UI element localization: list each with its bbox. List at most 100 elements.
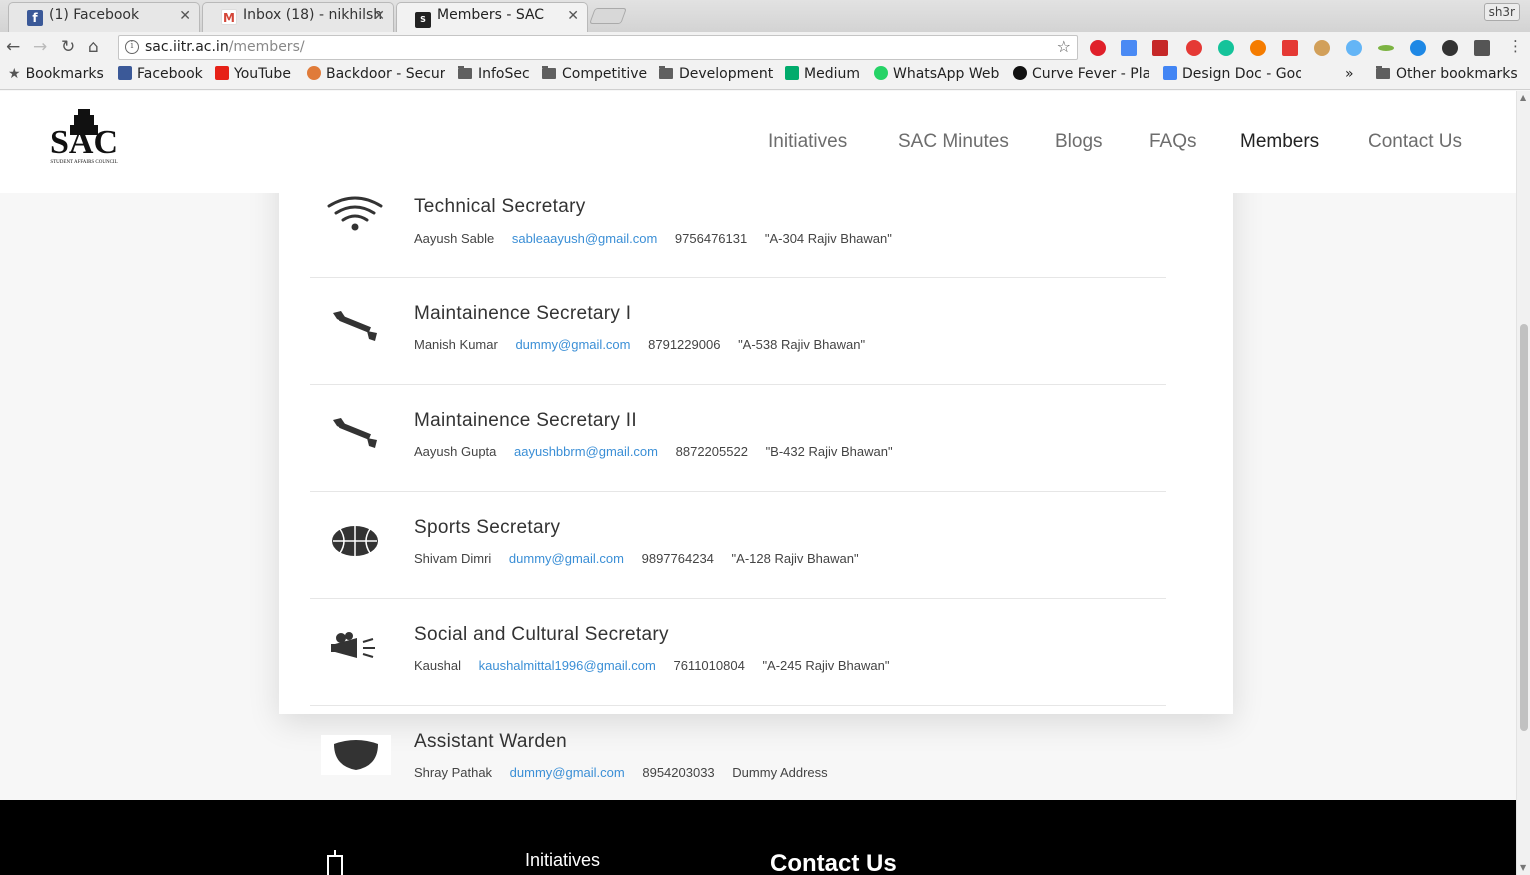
tab-label: Members - SAC <box>437 7 545 23</box>
browser-toolbar: ← → ↻ ⌂ i sac.iitr.ac.in/members/ ☆ ⋮ <box>0 32 1530 62</box>
member-phone: 7611010804 <box>673 658 745 673</box>
member-row: Maintainence Secretary II Aayush Gupta a… <box>310 385 1166 492</box>
bookmark-item[interactable]: YouTube <box>215 66 291 82</box>
sac-logo[interactable]: SAC STUDENT AFFAIRS COUNCIL <box>44 109 124 167</box>
nav-members[interactable]: Members <box>1240 131 1319 153</box>
profile-button[interactable]: sh3r <box>1483 3 1520 21</box>
member-address: "B-432 Rajiv Bhawan" <box>765 444 893 459</box>
cookie-extension-icon[interactable] <box>1314 40 1330 56</box>
nav-initiatives[interactable]: Initiatives <box>768 131 847 153</box>
scrollbar-thumb[interactable] <box>1520 324 1528 731</box>
member-info: Manish Kumar dummy@gmail.com 8791229006 … <box>414 337 879 352</box>
wrench-icon <box>322 303 388 351</box>
member-address: "A-538 Rajiv Bhawan" <box>738 337 866 352</box>
tab-gmail[interactable]: M Inbox (18) - nikhilsh ✕ <box>202 2 394 32</box>
grammarly-extension-icon[interactable] <box>1218 40 1234 56</box>
member-email-link[interactable]: kaushalmittal1996@gmail.com <box>479 658 656 673</box>
mask-icon <box>321 735 391 775</box>
member-phone: 8791229006 <box>648 337 721 352</box>
ublock-extension-icon[interactable] <box>1186 40 1202 56</box>
scroll-up-icon[interactable]: ▲ <box>1520 93 1526 102</box>
reload-icon[interactable]: ↻ <box>61 37 75 57</box>
member-title: Assistant Warden <box>414 731 567 752</box>
bookmark-item[interactable]: Curve Fever - Play <box>1013 66 1149 82</box>
bookmark-folder[interactable]: Development <box>659 66 773 82</box>
backdoor-icon <box>307 66 321 80</box>
info-icon[interactable]: i <box>125 40 139 54</box>
address-bar[interactable]: i sac.iitr.ac.in/members/ ☆ <box>118 35 1078 60</box>
member-email-link[interactable]: dummy@gmail.com <box>510 765 625 780</box>
nav-blogs[interactable]: Blogs <box>1055 131 1103 153</box>
tab-label: Inbox (18) - nikhilsh <box>243 7 383 23</box>
member-email-link[interactable]: sableaayush@gmail.com <box>512 231 657 246</box>
member-row: Assistant Warden Shray Pathak dummy@gmai… <box>310 706 1166 813</box>
bookmark-folder[interactable]: Other bookmarks <box>1376 66 1518 82</box>
bookmark-folder[interactable]: InfoSec <box>458 66 530 82</box>
member-title: Sports Secretary <box>414 517 561 538</box>
puzzle-extension-icon[interactable] <box>1474 40 1490 56</box>
bookmark-item[interactable]: Backdoor - Secur <box>307 66 445 82</box>
back-icon[interactable]: ← <box>6 37 20 57</box>
member-title: Maintainence Secretary II <box>414 410 637 431</box>
member-address: "A-128 Rajiv Bhawan" <box>731 551 859 566</box>
home-icon[interactable]: ⌂ <box>88 37 99 57</box>
tab-members-sac[interactable]: S Members - SAC ✕ <box>396 2 588 32</box>
nav-sac-minutes[interactable]: SAC Minutes <box>898 131 1009 153</box>
bookmark-item[interactable]: ★ Bookmarks <box>8 66 104 82</box>
member-title: Maintainence Secretary I <box>414 303 632 324</box>
pocket-extension-icon[interactable] <box>1152 40 1168 56</box>
new-tab-button[interactable] <box>589 8 627 24</box>
react-extension-icon[interactable] <box>1410 40 1426 56</box>
member-phone: 8954203033 <box>642 765 715 780</box>
scroll-down-icon[interactable]: ▼ <box>1520 863 1526 872</box>
tab-facebook[interactable]: f (1) Facebook ✕ <box>8 2 200 32</box>
bookmark-item[interactable]: Medium <box>785 66 860 82</box>
page-scrollbar[interactable]: ▲ ▼ <box>1516 91 1530 875</box>
folder-icon <box>542 66 556 79</box>
member-email-link[interactable]: aayushbbrm@gmail.com <box>514 444 658 459</box>
nav-contact-us[interactable]: Contact Us <box>1368 131 1462 153</box>
bookmark-item[interactable]: Design Doc - Goo <box>1163 66 1301 82</box>
bookmarks-overflow-button[interactable]: » <box>1345 66 1354 82</box>
url-path: /members/ <box>228 39 305 55</box>
member-info: Aayush Gupta aayushbbrm@gmail.com 887220… <box>414 444 907 459</box>
wrench-icon <box>322 410 388 458</box>
member-name: Aayush Gupta <box>414 444 497 459</box>
medium-icon <box>785 66 799 80</box>
member-email-link[interactable]: dummy@gmail.com <box>515 337 630 352</box>
footer-contact-heading: Contact Us <box>770 850 897 875</box>
folder-icon <box>458 66 472 79</box>
whatsapp-icon <box>874 66 888 80</box>
rainbow-extension-icon[interactable] <box>1378 45 1394 51</box>
megaphone-icon <box>322 624 388 672</box>
bookmark-item[interactable]: Facebook <box>118 66 203 82</box>
extension-icon[interactable] <box>1250 40 1266 56</box>
member-info: Shray Pathak dummy@gmail.com 8954203033 … <box>414 765 842 780</box>
panda-extension-icon[interactable] <box>1442 40 1458 56</box>
close-icon[interactable]: ✕ <box>179 8 191 24</box>
folder-icon <box>659 66 673 79</box>
folder-icon <box>1376 66 1390 79</box>
member-row: Social and Cultural Secretary Kaushal ka… <box>310 599 1166 706</box>
bookmark-folder[interactable]: Competitive <box>542 66 647 82</box>
member-email-link[interactable]: dummy@gmail.com <box>509 551 624 566</box>
bookmark-item[interactable]: WhatsApp Web <box>874 66 999 82</box>
opera-extension-icon[interactable] <box>1090 40 1106 56</box>
member-name: Shivam Dimri <box>414 551 492 566</box>
member-address: "A-245 Rajiv Bhawan" <box>762 658 890 673</box>
footer-logo <box>322 850 348 875</box>
close-icon[interactable]: ✕ <box>373 8 385 24</box>
todo-extension-icon[interactable] <box>1282 40 1298 56</box>
member-name: Manish Kumar <box>414 337 498 352</box>
nav-faqs[interactable]: FAQs <box>1149 131 1197 153</box>
gmail-icon: M <box>221 9 237 25</box>
forward-icon[interactable]: → <box>33 37 47 57</box>
translate-extension-icon[interactable] <box>1121 40 1137 56</box>
svg-text:SAC: SAC <box>50 124 118 161</box>
bookmark-star-icon[interactable]: ☆ <box>1057 37 1071 56</box>
member-phone: 8872205522 <box>675 444 748 459</box>
close-icon[interactable]: ✕ <box>567 8 579 24</box>
menu-icon[interactable]: ⋮ <box>1508 37 1523 55</box>
footer-initiatives-heading[interactable]: Initiatives <box>525 850 600 871</box>
snowflake-extension-icon[interactable] <box>1346 40 1362 56</box>
